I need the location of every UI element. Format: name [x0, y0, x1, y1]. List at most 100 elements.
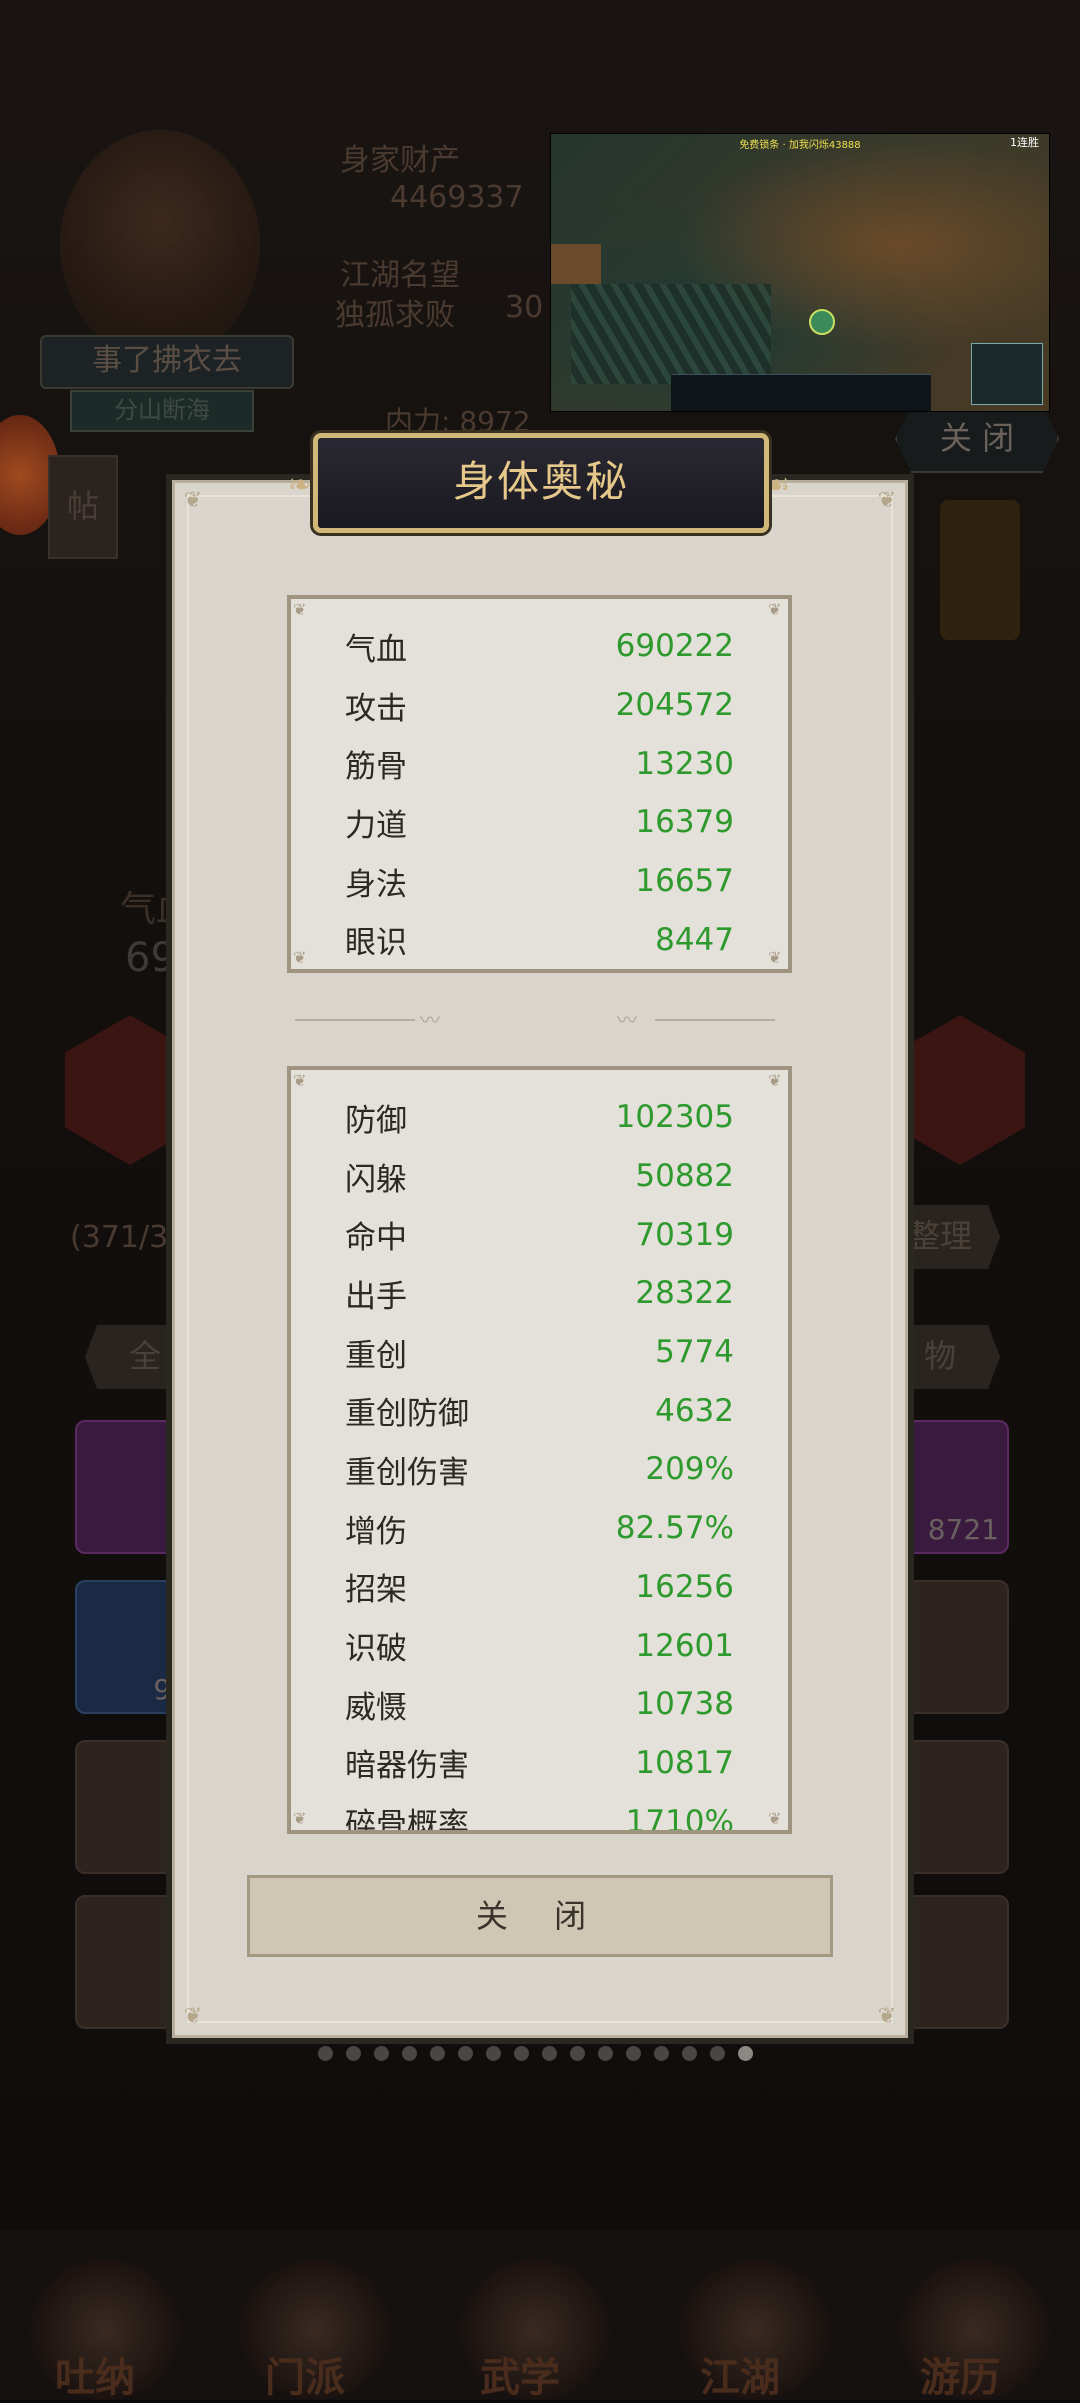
page-dot[interactable] — [402, 2046, 417, 2061]
video-hero-marker — [809, 309, 835, 335]
stat-row: 力道 16379 — [291, 793, 788, 852]
video-champion-portrait — [551, 244, 601, 284]
secondary-stats-panel[interactable]: ❦ ❦ ❦ ❦ 防御 102305 闪躲 50882 命中 70319 出手 28322 重创 5… — [287, 1066, 792, 1834]
stat-name: 攻击 — [345, 690, 407, 727]
stat-value: 82.57% — [615, 1510, 734, 1547]
stat-row: 命中 70319 — [291, 1205, 788, 1264]
stat-value: 10817 — [635, 1744, 734, 1781]
stat-name: 招架 — [345, 1572, 407, 1609]
book-icon[interactable] — [940, 500, 1020, 640]
nav-breathing-label: 吐纳 — [55, 2355, 135, 2401]
stat-name: 防御 — [345, 1102, 407, 1139]
page-dot[interactable] — [654, 2046, 669, 2061]
video-score: 1连胜 — [1010, 136, 1039, 149]
primary-stats-panel: ❦ ❦ ❦ ❦ 气血 690222 攻击 204572 筋骨 13230 力道 16379 身法… — [287, 595, 792, 973]
post-button[interactable]: 帖 — [48, 455, 118, 559]
stat-value: 1710% — [625, 1803, 734, 1834]
page-dot[interactable] — [318, 2046, 333, 2061]
mount-slot[interactable] — [895, 1015, 1025, 1165]
stat-value: 10738 — [635, 1686, 734, 1723]
stat-value: 28322 — [635, 1275, 734, 1312]
stat-name: 重创 — [345, 1337, 407, 1374]
corner-ornament-icon: ❦ — [183, 2004, 203, 2029]
stat-name: 重创伤害 — [345, 1454, 469, 1491]
secondary-stat-list: 防御 102305 闪躲 50882 命中 70319 出手 28322 重创 5774 重创防御 4… — [291, 1088, 788, 1834]
video-hud-bar — [671, 374, 931, 411]
stat-row: 眼识 8447 — [291, 910, 788, 969]
stat-row: 出手 28322 — [291, 1264, 788, 1323]
background-close-button[interactable]: 关 闭 — [895, 405, 1059, 473]
sect-name: 分山断海 — [70, 390, 254, 432]
nav-martial-label: 武学 — [480, 2355, 560, 2401]
stat-row: 重创伤害 209% — [291, 1440, 788, 1499]
page-dot[interactable] — [374, 2046, 389, 2061]
stat-name: 身法 — [345, 866, 407, 903]
stat-name: 气血 — [345, 631, 407, 668]
stat-row: 威慑 10738 — [291, 1675, 788, 1734]
page-dot[interactable] — [598, 2046, 613, 2061]
player-name: 事了拂衣去 — [40, 335, 294, 389]
player-avatar — [60, 130, 260, 360]
nav-travel-label: 游历 — [920, 2355, 1000, 2401]
stat-value: 4632 — [655, 1392, 734, 1429]
dialog-title: 身体奥秘 — [313, 433, 769, 533]
stat-name: 闪躲 — [345, 1161, 407, 1198]
stat-name: 碎骨概率 — [345, 1807, 469, 1834]
page-dot[interactable] — [486, 2046, 501, 2061]
page-dot[interactable] — [458, 2046, 473, 2061]
stat-row: 重创防御 4632 — [291, 1381, 788, 1440]
stat-row: 重创 5774 — [291, 1323, 788, 1382]
stat-value: 690222 — [615, 628, 734, 665]
stat-value: 204572 — [615, 687, 734, 724]
page-dot[interactable] — [542, 2046, 557, 2061]
stat-value: 102305 — [615, 1099, 734, 1136]
stat-name: 筋骨 — [345, 749, 407, 786]
divider-ornament-icon: 〰 — [617, 1008, 637, 1032]
stat-row: 气血 690222 — [291, 617, 788, 676]
stat-row: 攻击 204572 — [291, 676, 788, 735]
stat-value: 50882 — [635, 1158, 734, 1195]
page-dot[interactable] — [626, 2046, 641, 2061]
stat-value: 8447 — [655, 921, 734, 958]
primary-stat-list: 气血 690222 攻击 204572 筋骨 13230 力道 16379 身法 16657 眼识 8… — [291, 617, 788, 969]
page-dot[interactable] — [710, 2046, 725, 2061]
stat-value: 5774 — [655, 1334, 734, 1371]
stat-name: 眼识 — [345, 925, 407, 962]
title-left-ornament-icon: ❧ — [288, 468, 312, 501]
close-button[interactable]: 关 闭 — [247, 1875, 833, 1957]
stat-value: 16657 — [635, 863, 734, 900]
stat-name: 威慑 — [345, 1689, 407, 1726]
page-dot[interactable] — [514, 2046, 529, 2061]
stat-value: 12601 — [635, 1627, 734, 1664]
stat-name: 出手 — [345, 1278, 407, 1315]
page-dot[interactable] — [570, 2046, 585, 2061]
stat-row: 身法 16657 — [291, 852, 788, 911]
nav-jianghu-label: 江湖 — [700, 2355, 780, 2401]
stat-row: 识破 12601 — [291, 1616, 788, 1675]
stat-row: 招架 16256 — [291, 1558, 788, 1617]
stat-value: 16256 — [635, 1568, 734, 1605]
nav-sect-label: 门派 — [265, 2355, 345, 2401]
stat-row: 防御 102305 — [291, 1088, 788, 1147]
stat-row: 筋骨 13230 — [291, 734, 788, 793]
stat-name: 识破 — [345, 1631, 407, 1668]
video-overlay[interactable]: 免费锁条 · 加我闪烁43888 1连胜 — [550, 133, 1050, 412]
page-dot[interactable] — [430, 2046, 445, 2061]
page-indicator — [318, 2046, 753, 2061]
video-terrain — [571, 284, 771, 384]
assets-label: 身家财产 — [340, 143, 460, 178]
stat-value: 13230 — [635, 745, 734, 782]
stat-name: 重创防御 — [345, 1396, 469, 1433]
stat-row: 闪躲 50882 — [291, 1147, 788, 1206]
corner-ornament-icon: ❦ — [183, 488, 203, 513]
reputation-value: 30 — [505, 290, 544, 325]
stat-value: 209% — [645, 1451, 734, 1488]
page-dot[interactable] — [682, 2046, 697, 2061]
page-dot[interactable] — [346, 2046, 361, 2061]
corner-ornament-icon: ❦ — [877, 488, 897, 513]
video-title: 免费锁条 · 加我闪烁43888 — [739, 140, 861, 151]
reputation-title: 独孤求败 — [335, 298, 455, 333]
stat-row: 增伤 82.57% — [291, 1499, 788, 1558]
page-dot[interactable] — [738, 2046, 753, 2061]
hp-value: 69 — [125, 935, 176, 981]
